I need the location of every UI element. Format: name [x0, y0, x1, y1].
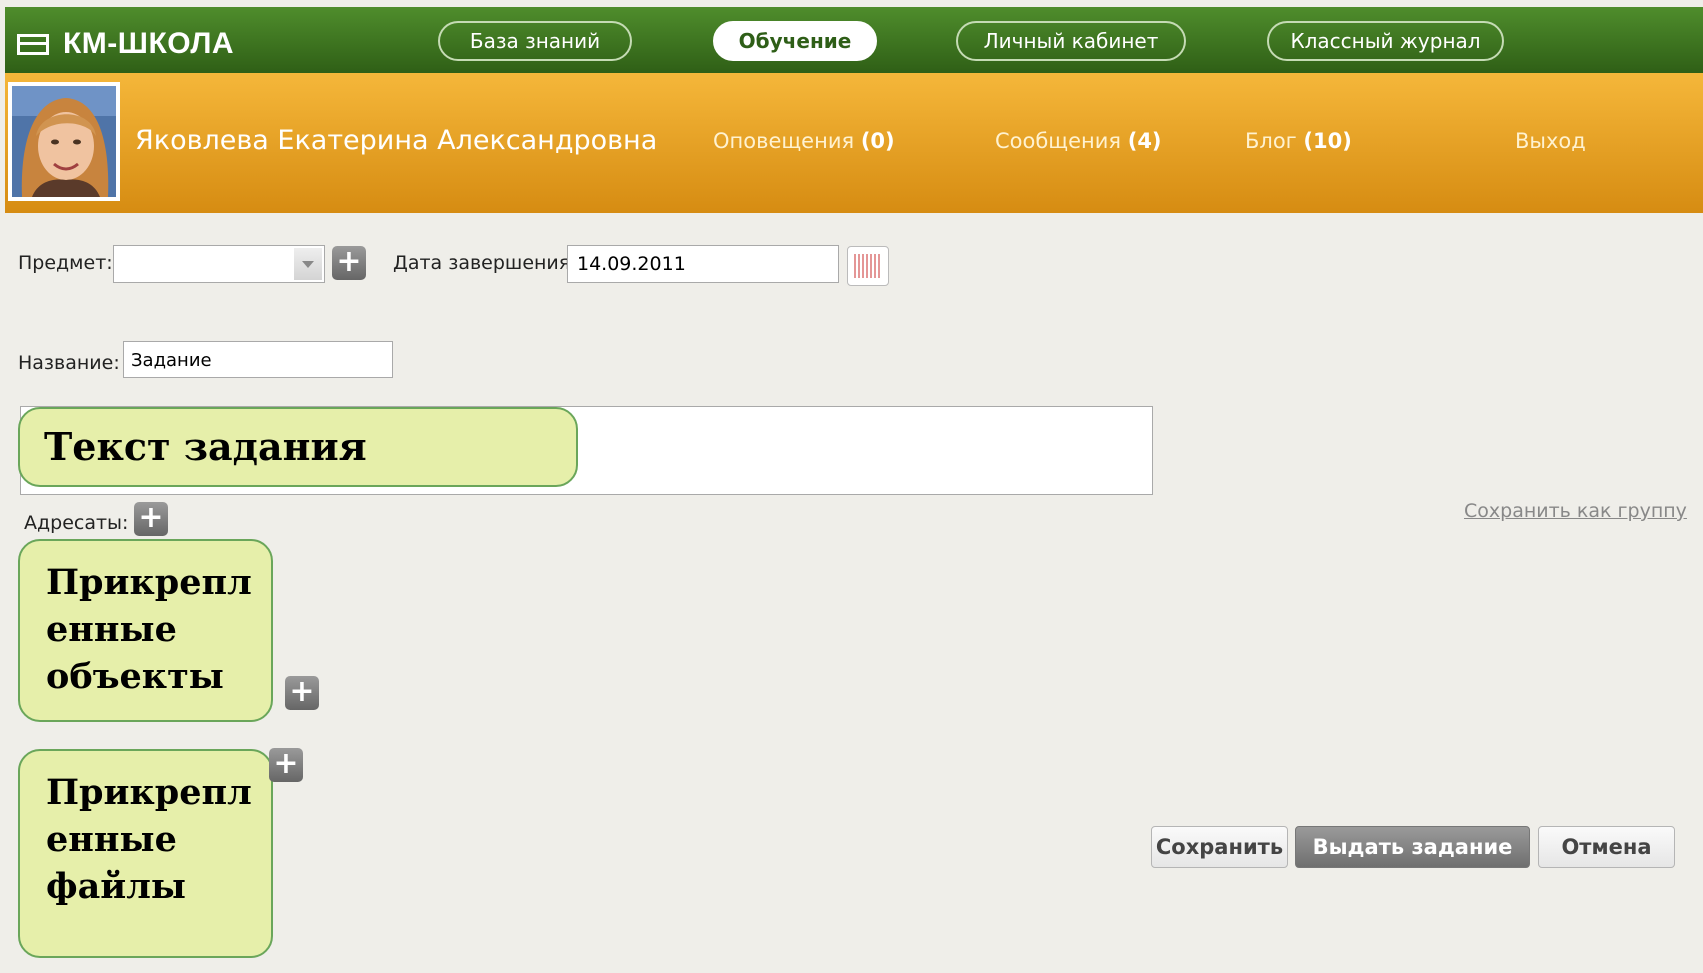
name-value: Задание — [131, 350, 212, 371]
callout-attached-files: Прикрепл енные файлы — [18, 749, 273, 958]
notifications-link[interactable]: Оповещения (0) — [713, 129, 895, 153]
callout-attached-objects: Прикрепл енные объекты — [18, 539, 273, 722]
blog-link[interactable]: Блог (10) — [1245, 129, 1352, 153]
messages-link[interactable]: Сообщения (4) — [995, 129, 1162, 153]
app-title: КМ-ШКОЛА — [63, 27, 235, 60]
blog-label: Блог — [1245, 129, 1297, 153]
due-date-label: Дата завершения: — [393, 252, 577, 274]
chevron-down-icon[interactable] — [294, 248, 322, 280]
add-attached-files-button[interactable]: + — [269, 748, 303, 782]
add-recipients-button[interactable]: + — [134, 502, 168, 536]
tab-learning[interactable]: Обучение — [713, 21, 877, 61]
logo[interactable]: КМ-ШКОЛА — [17, 27, 234, 61]
messages-count: (4) — [1127, 129, 1162, 153]
tab-personal-cabinet[interactable]: Личный кабинет — [956, 21, 1186, 61]
notifications-label: Оповещения — [713, 129, 855, 153]
name-label: Название: — [18, 352, 120, 374]
top-nav-bar: КМ-ШКОЛА База знаний Обучение Личный каб… — [5, 7, 1703, 73]
issue-task-button[interactable]: Выдать задание — [1295, 826, 1530, 868]
avatar — [8, 82, 120, 201]
save-button[interactable]: Сохранить — [1151, 826, 1288, 868]
tab-knowledge-base[interactable]: База знаний — [438, 21, 632, 61]
user-bar: Яковлева Екатерина Александровна Оповеще… — [5, 73, 1703, 213]
add-subject-button[interactable]: + — [332, 246, 366, 280]
avatar-photo — [12, 86, 116, 197]
due-date-field[interactable]: 14.09.2011 — [567, 245, 839, 283]
subject-label: Предмет: — [18, 252, 113, 274]
tab-class-journal[interactable]: Классный журнал — [1267, 21, 1504, 61]
due-date-value: 14.09.2011 — [577, 253, 686, 275]
logo-icon — [17, 33, 49, 55]
blog-count: (10) — [1303, 129, 1352, 153]
logout-link[interactable]: Выход — [1515, 129, 1586, 153]
recipients-label: Адресаты: — [24, 512, 129, 534]
add-attached-objects-button[interactable]: + — [285, 676, 319, 710]
messages-label: Сообщения — [995, 129, 1122, 153]
callout-task-text: Текст задания — [18, 407, 578, 487]
subject-select[interactable] — [113, 245, 325, 283]
save-as-group-link[interactable]: Сохранить как группу — [1464, 500, 1687, 522]
name-field[interactable]: Задание — [123, 341, 393, 378]
calendar-icon[interactable] — [847, 246, 889, 286]
notifications-count: (0) — [860, 129, 895, 153]
cancel-button[interactable]: Отмена — [1538, 826, 1675, 868]
user-name[interactable]: Яковлева Екатерина Александровна — [135, 125, 657, 156]
